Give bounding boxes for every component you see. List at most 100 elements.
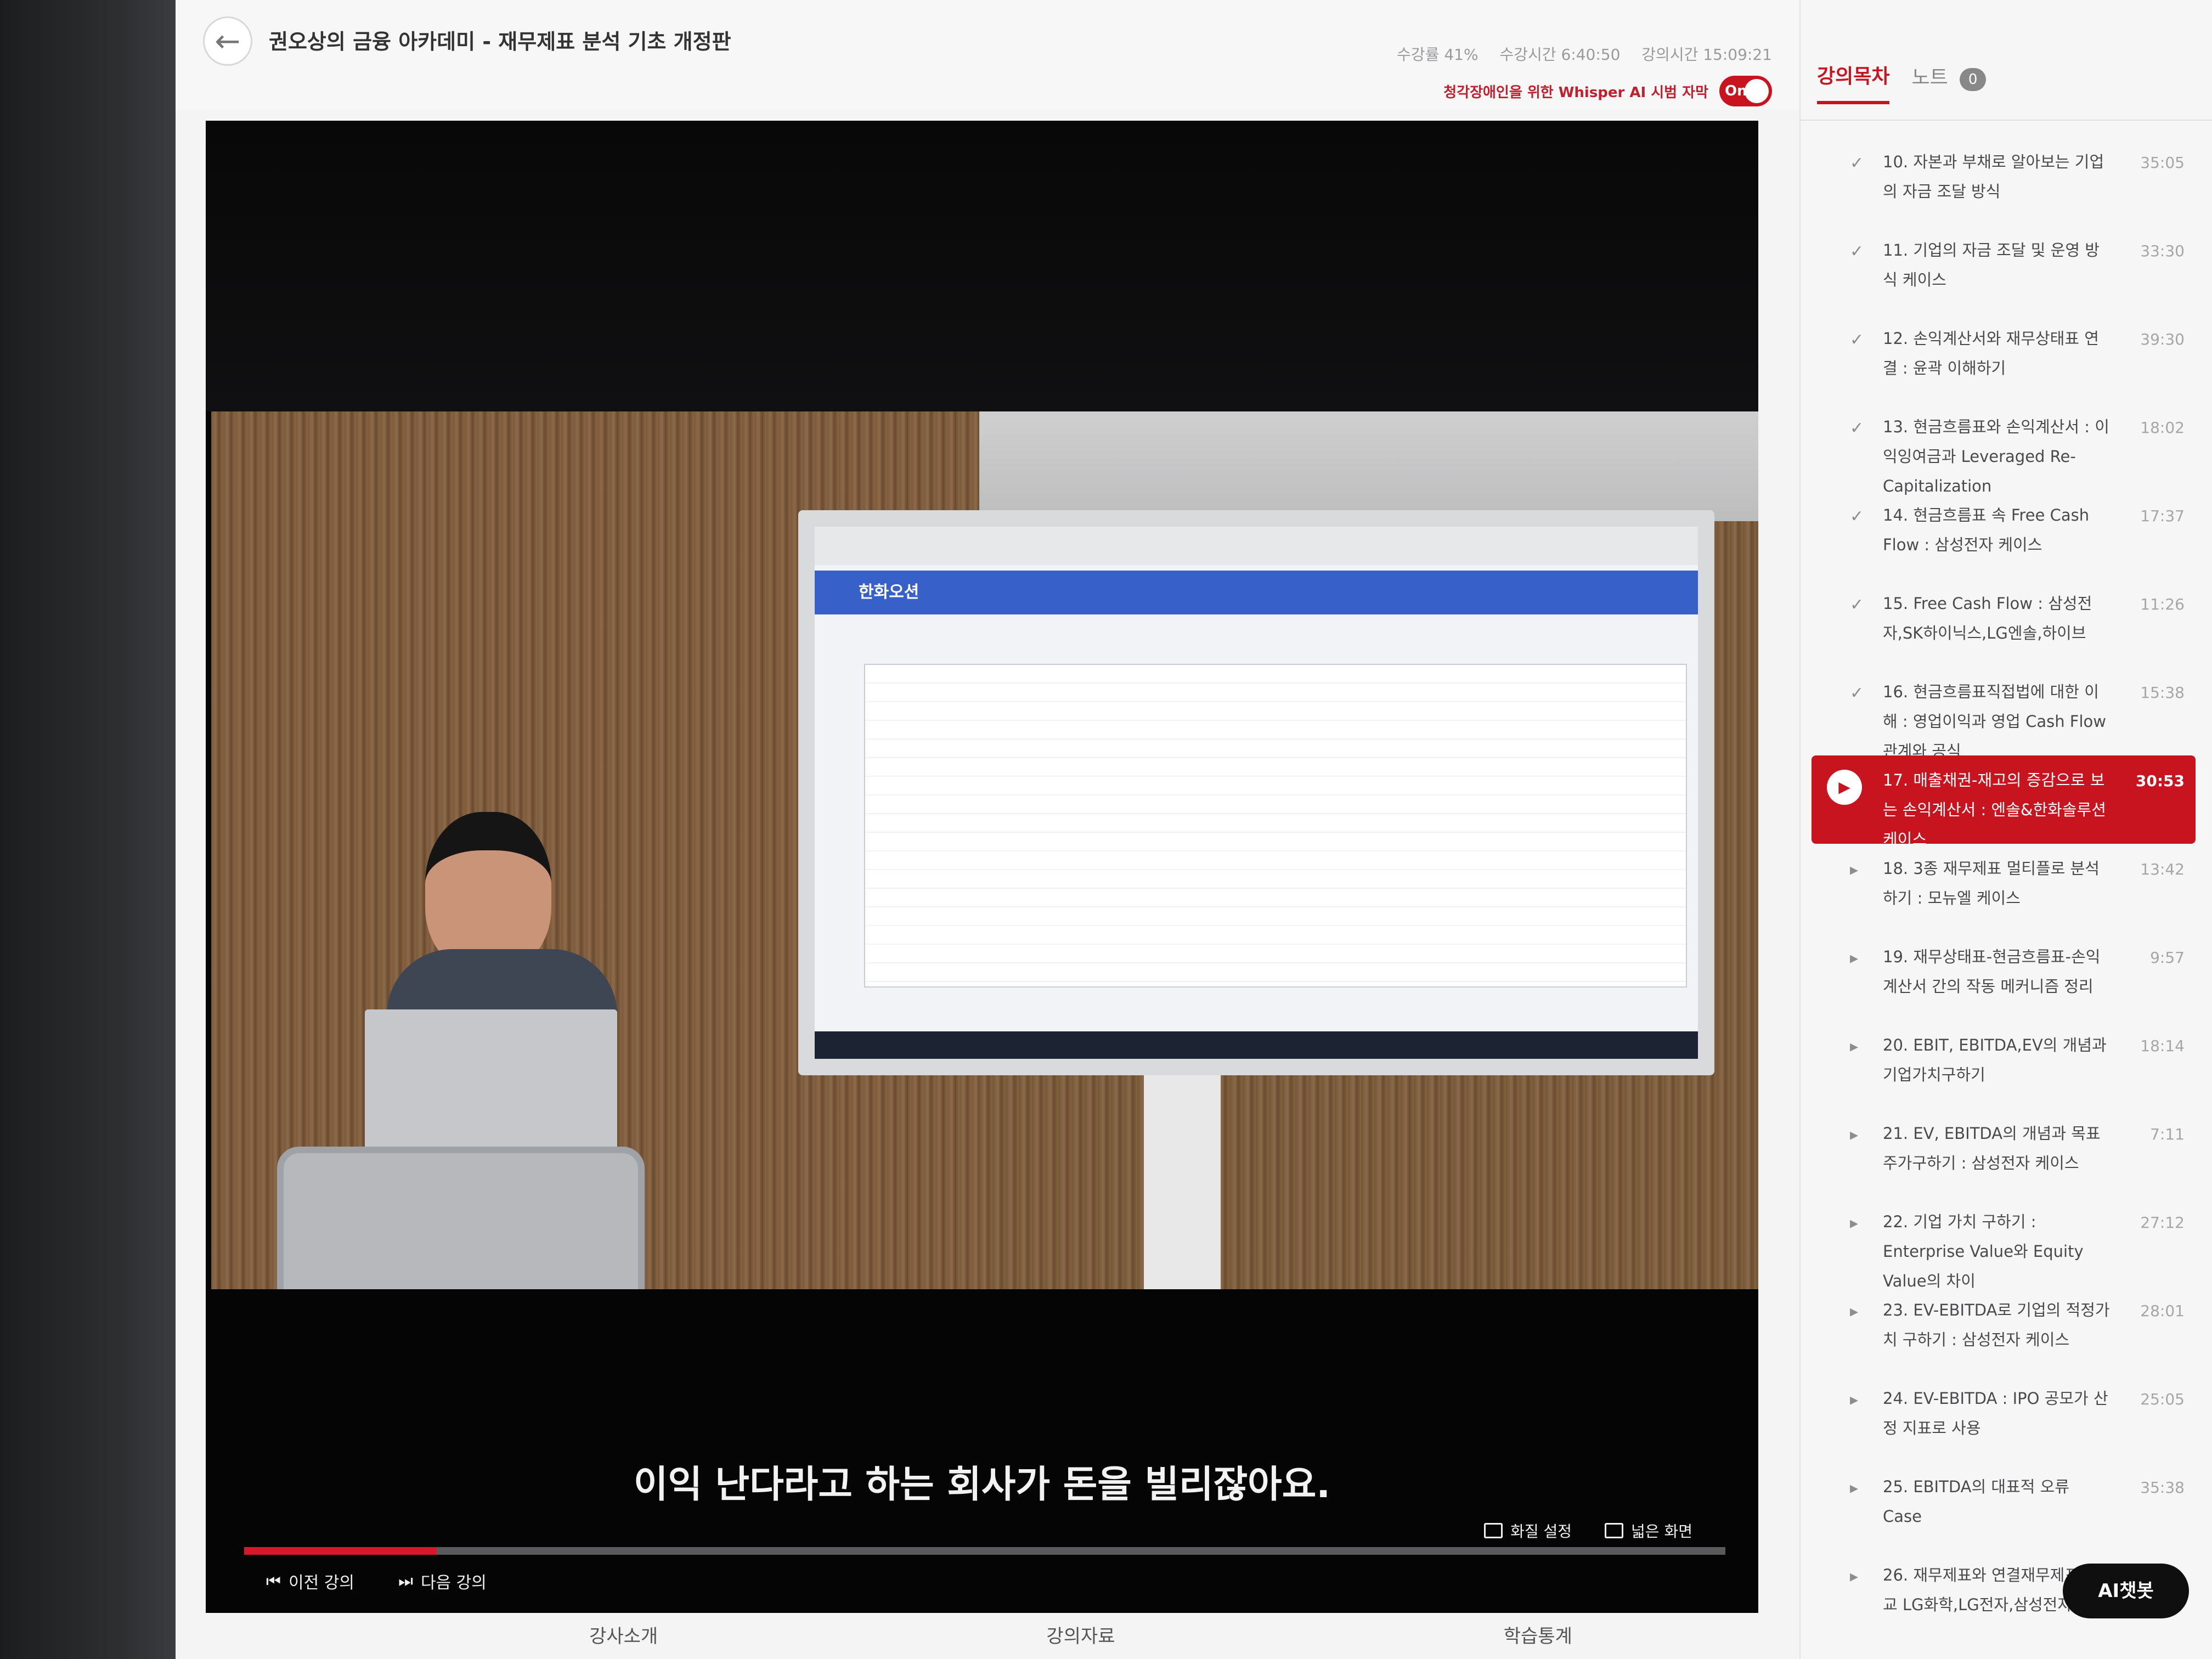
wide-screen-icon <box>1605 1523 1624 1538</box>
lecture-duration: 33:30 <box>2140 242 2185 260</box>
content-tabs: 강사소개 강의자료 학습통계 <box>395 1621 1767 1659</box>
lecture-title: 14. 현금흐름표 속 Free Cash Flow : 삼성전자 케이스 <box>1883 506 2090 554</box>
shared-financial-table <box>864 664 1687 988</box>
previous-lecture-button[interactable]: ⏮ 이전 강의 <box>266 1569 354 1593</box>
next-lecture-button[interactable]: ⏭ 다음 강의 <box>398 1569 487 1593</box>
lecture-duration: 39:30 <box>2140 330 2185 348</box>
video-frame-top <box>206 121 1758 411</box>
wide-screen-label: 넓은 화면 <box>1631 1522 1692 1541</box>
check-icon: ✓ <box>1850 595 1864 614</box>
sidebar-tabs: 강의목차 노트 0 <box>1817 60 1987 104</box>
lecture-item[interactable]: ✓ 14. 현금흐름표 속 Free Cash Flow : 삼성전자 케이스 17… <box>1812 490 2196 579</box>
tab-lecture-list[interactable]: 강의목차 <box>1817 60 1890 104</box>
video-frame-bottom <box>206 1289 1758 1613</box>
chevron-right-icon: ▸ <box>1850 1479 1859 1498</box>
watch-time: 수강시간 6:40:50 <box>1499 46 1621 64</box>
podium <box>277 1147 645 1289</box>
wide-screen-button[interactable]: 넓은 화면 <box>1605 1520 1692 1542</box>
chevron-right-icon: ▸ <box>1850 949 1859 968</box>
instructor-head <box>425 812 551 971</box>
quality-label: 화질 설정 <box>1510 1522 1572 1541</box>
lecture-item[interactable]: ✓ 16. 현금흐름표직접법에 대한 이해 : 영업이익과 영업 Cash Flo… <box>1812 667 2196 760</box>
quality-icon <box>1484 1523 1503 1538</box>
check-icon: ✓ <box>1850 154 1864 173</box>
course-title: 권오상의 금융 아카데미 - 재무제표 분석 기초 개정판 <box>269 30 731 54</box>
monitor-bezel <box>0 0 176 1659</box>
page-header: ← 권오상의 금융 아카데미 - 재무제표 분석 기초 개정판 수강률 41% … <box>176 0 1799 110</box>
lecture-video-frame: 한화오션 <box>211 411 1758 1289</box>
lecture-title: 12. 손익계산서와 재무상태표 연결 : 윤곽 이해하기 <box>1883 329 2099 377</box>
player-controls-right: 화질 설정 넓은 화면 <box>1484 1520 1692 1542</box>
quality-settings-button[interactable]: 화질 설정 <box>1484 1520 1572 1542</box>
learning-stats: 수강률 41% 수강시간 6:40:50 강의시간 15:09:21 <box>1380 43 1772 65</box>
lecture-item[interactable]: ✓ 12. 손익계산서와 재무상태표 연결 : 윤곽 이해하기 39:30 <box>1812 314 2196 402</box>
chevron-right-icon: ▸ <box>1850 1125 1859 1144</box>
tab-instructor[interactable]: 강사소개 <box>589 1621 658 1648</box>
lecture-item[interactable]: ▸ 20. EBIT, EBITDA,EV의 개념과 기업가치구하기 18:14 <box>1812 1020 2196 1109</box>
tab-notes[interactable]: 노트 0 <box>1911 61 1987 103</box>
lecture-title: 13. 현금흐름표와 손익계산서 : 이익잉여금과 Leveraged Re-C… <box>1883 417 2109 495</box>
back-button[interactable]: ← <box>203 16 252 66</box>
video-progress-fill <box>244 1547 437 1555</box>
tab-materials[interactable]: 강의자료 <box>1046 1621 1115 1648</box>
display-stand <box>1144 1075 1221 1289</box>
lecture-duration: 18:14 <box>2140 1037 2185 1055</box>
arrow-left-icon: ← <box>215 23 241 59</box>
lecture-item[interactable]: ▸ 21. EV, EBITDA의 개념과 목표주가구하기 : 삼성전자 케이스 7… <box>1812 1109 2196 1197</box>
lecture-item[interactable]: ▸ 19. 재무상태표-현금흐름표-손익계산서 간의 작동 메커니즘 정리 9:57 <box>1812 932 2196 1020</box>
check-icon: ✓ <box>1850 419 1864 438</box>
ai-caption-toggle[interactable]: On <box>1719 76 1772 106</box>
lecture-duration: 35:05 <box>2140 154 2185 172</box>
lecture-item[interactable]: ▸ 23. EV-EBITDA로 기업의 적정가치 구하기 : 삼성전자 케이스 2… <box>1812 1285 2196 1374</box>
lecture-item[interactable]: ✓ 13. 현금흐름표와 손익계산서 : 이익잉여금과 Leveraged Re-… <box>1812 402 2196 495</box>
lecture-duration: 13:42 <box>2140 860 2185 878</box>
lecture-duration: 25:05 <box>2140 1390 2185 1408</box>
lecture-item[interactable]: ▸ 25. EBITDA의 대표적 오류 Case 35:38 <box>1812 1462 2196 1550</box>
shared-app-header: 한화오션 <box>815 571 1698 614</box>
lecture-duration: 9:57 <box>2150 949 2185 967</box>
toggle-knob <box>1745 79 1769 103</box>
lecture-title: 21. EV, EBITDA의 개념과 목표주가구하기 : 삼성전자 케이스 <box>1883 1124 2101 1172</box>
lecture-item[interactable]: ✓ 11. 기업의 자금 조달 및 운영 방식 케이스 33:30 <box>1812 225 2196 314</box>
check-icon: ✓ <box>1850 507 1864 526</box>
lecture-item[interactable]: ▸ 24. EV-EBITDA : IPO 공모가 산정 지표로 사용 25:05 <box>1812 1374 2196 1462</box>
lecture-duration: 7:11 <box>2150 1125 2185 1143</box>
lecture-title: 10. 자본과 부채로 알아보는 기업의 자금 조달 방식 <box>1883 153 2104 201</box>
chevron-right-icon: ▸ <box>1850 860 1859 879</box>
tab-statistics[interactable]: 학습통계 <box>1504 1621 1572 1648</box>
lecture-sidebar: 강의목차 노트 0 ✓ 10. 자본과 부채로 알아보는 기업의 자금 조달 방식… <box>1799 0 2212 1659</box>
video-progress-bar[interactable] <box>244 1547 1725 1555</box>
notes-count-badge: 0 <box>1960 68 1987 91</box>
lecture-item[interactable]: ✓ 15. Free Cash Flow : 삼성전자,SK하이닉스,LG엔솔,하… <box>1812 579 2196 667</box>
video-subtitle: 이익 난다라고 하는 회사가 돈을 빌리잖아요. <box>633 1463 1331 1506</box>
lecture-item[interactable]: ▶ 17. 매출채권-재고의 증감으로 보는 손익계산서 : 엔솔&한화솔루션 케… <box>1812 755 2196 849</box>
chevron-right-icon: ▸ <box>1850 1037 1859 1056</box>
chevron-right-icon: ▸ <box>1850 1214 1859 1233</box>
check-icon: ✓ <box>1850 242 1864 261</box>
lecture-item[interactable]: ▸ 22. 기업 가치 구하기 : Enterprise Value와 Equit… <box>1812 1197 2196 1290</box>
skip-next-icon: ⏭ <box>398 1571 413 1591</box>
lecture-title: 15. Free Cash Flow : 삼성전자,SK하이닉스,LG엔솔,하이… <box>1883 594 2092 642</box>
check-icon: ✓ <box>1850 330 1864 349</box>
progress-rate: 수강률 41% <box>1397 46 1479 64</box>
display-screen: 한화오션 <box>798 510 1714 1075</box>
toggle-state: On <box>1725 83 1747 99</box>
chevron-right-icon: ▸ <box>1850 1567 1859 1586</box>
ai-caption-row: 청각장애인을 위한 Whisper AI 시범 자막 On <box>1443 76 1772 106</box>
video-player[interactable]: 한화오션 이익 난다라고 하는 회사가 돈을 빌리잖아요. 화질 설정 넓은 화… <box>206 121 1758 1613</box>
lecture-duration: 28:01 <box>2140 1302 2185 1320</box>
ai-chatbot-button[interactable]: AI챗봇 <box>2063 1564 2189 1618</box>
ai-caption-label: 청각장애인을 위한 Whisper AI 시범 자막 <box>1443 84 1708 101</box>
lecture-item[interactable]: ✓ 10. 자본과 부채로 알아보는 기업의 자금 조달 방식 35:05 <box>1812 137 2196 225</box>
lecture-title: 16. 현금흐름표직접법에 대한 이해 : 영업이익과 영업 Cash Flow… <box>1883 682 2107 760</box>
play-icon: ▶ <box>1827 770 1862 805</box>
lecture-title: 24. EV-EBITDA : IPO 공모가 산정 지표로 사용 <box>1883 1389 2108 1437</box>
lecture-title: 17. 매출채권-재고의 증감으로 보는 손익계산서 : 엔솔&한화솔루션 케이… <box>1883 771 2106 849</box>
lecture-duration: 11:26 <box>2140 595 2185 613</box>
lecture-time: 강의시간 15:09:21 <box>1641 46 1772 64</box>
shared-taskbar <box>815 1031 1698 1059</box>
lecture-item[interactable]: ▸ 18. 3종 재무제표 멀티플로 분석하기 : 모뉴엘 케이스 13:42 <box>1812 844 2196 932</box>
lecture-title: 25. EBITDA의 대표적 오류 Case <box>1883 1477 2069 1526</box>
lecture-title: 22. 기업 가치 구하기 : Enterprise Value와 Equity… <box>1883 1212 2084 1290</box>
lecture-list: ✓ 10. 자본과 부채로 알아보는 기업의 자금 조달 방식 35:05 ✓ 11. … <box>1812 137 2196 1639</box>
